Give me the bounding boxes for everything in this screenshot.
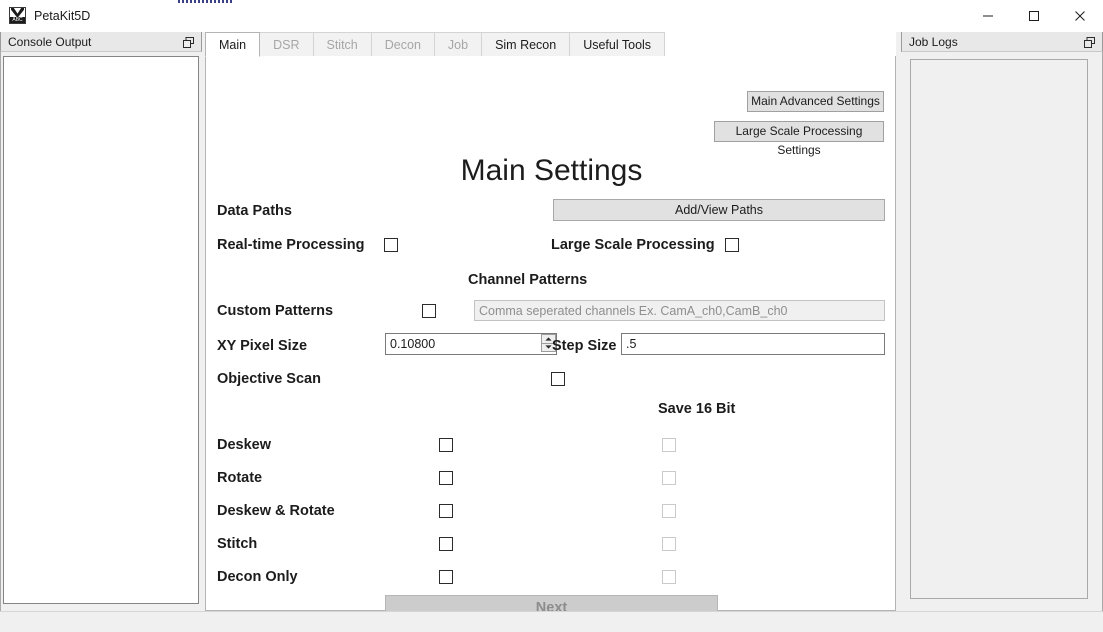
- undock-icon: [1084, 37, 1095, 48]
- custom-patterns-checkbox[interactable]: [422, 304, 436, 318]
- channel-patterns-header: Channel Patterns: [468, 272, 588, 288]
- large-scale-processing-label: Large Scale Processing: [551, 237, 715, 253]
- xy-pixel-size-input[interactable]: [385, 333, 557, 355]
- xy-pixel-size-label: XY Pixel Size: [217, 338, 308, 354]
- tab-main[interactable]: Main: [205, 32, 261, 57]
- minimize-icon: [983, 15, 993, 16]
- tab-stitch[interactable]: Stitch: [313, 32, 372, 56]
- job-logs-header: Job Logs: [901, 31, 1103, 52]
- xy-pixel-size-stepper[interactable]: [385, 333, 557, 355]
- app-icon: ABC: [9, 7, 26, 24]
- tab-dsr[interactable]: DSR: [260, 32, 314, 56]
- step-size-label: Step Size: [552, 338, 617, 354]
- decon-only-checkbox[interactable]: [439, 570, 453, 584]
- status-bar: [0, 611, 1103, 632]
- job-logs-title: Job Logs: [909, 34, 958, 49]
- data-paths-label: Data Paths: [217, 203, 292, 219]
- job-logs-list[interactable]: [910, 59, 1088, 599]
- deskew-and-rotate-label: Deskew & Rotate: [217, 503, 335, 519]
- decon-only-save-16-bit-checkbox[interactable]: [662, 570, 676, 584]
- add-view-paths-button[interactable]: Add/View Paths: [553, 199, 885, 221]
- deskew-and-rotate-save-16-bit-checkbox[interactable]: [662, 504, 676, 518]
- rotate-save-16-bit-checkbox[interactable]: [662, 471, 676, 485]
- deskew-save-16-bit-checkbox[interactable]: [662, 438, 676, 452]
- objective-scan-label: Objective Scan: [217, 371, 321, 387]
- window-controls: [965, 0, 1103, 31]
- channel-patterns-input[interactable]: [474, 300, 885, 321]
- close-button[interactable]: [1057, 0, 1103, 31]
- realtime-processing-label: Real-time Processing: [217, 237, 365, 253]
- deskew-checkbox[interactable]: [439, 438, 453, 452]
- console-undock-button[interactable]: [181, 35, 196, 50]
- tab-useful-tools[interactable]: Useful Tools: [570, 32, 666, 56]
- console-output-header: Console Output: [0, 31, 202, 52]
- maximize-button[interactable]: [1011, 0, 1057, 31]
- job-logs-undock-button[interactable]: [1082, 35, 1097, 50]
- job-logs-panel: Job Logs: [901, 31, 1103, 611]
- large-scale-processing-settings-button[interactable]: Large Scale Processing Settings: [714, 121, 884, 157]
- page-title: Main Settings: [460, 154, 643, 187]
- decon-only-label: Decon Only: [217, 569, 298, 585]
- realtime-processing-checkbox[interactable]: [384, 238, 398, 252]
- console-output-title: Console Output: [8, 34, 92, 49]
- close-icon: [1075, 10, 1085, 21]
- save-16-bit-header: Save 16 Bit: [658, 401, 736, 417]
- tab-decon[interactable]: Decon: [371, 32, 435, 56]
- console-output-panel: Console Output: [0, 31, 202, 611]
- deskew-and-rotate-checkbox[interactable]: [439, 504, 453, 518]
- window-title: PetaKit5D: [34, 8, 91, 23]
- main-content-area: Main DSR Stitch Decon Job Sim Recon Usef…: [205, 31, 896, 621]
- minimize-button[interactable]: [965, 0, 1011, 31]
- large-scale-processing-checkbox[interactable]: [725, 238, 739, 252]
- caret-down-icon: [545, 345, 552, 349]
- deskew-label: Deskew: [217, 437, 272, 453]
- top-accent-strip: [178, 0, 234, 3]
- step-size-input[interactable]: [621, 333, 885, 355]
- tab-strip: Main DSR Stitch Decon Job Sim Recon Usef…: [205, 31, 896, 57]
- maximize-icon: [1029, 10, 1039, 21]
- stitch-label: Stitch: [217, 536, 258, 552]
- rotate-checkbox[interactable]: [439, 471, 453, 485]
- main-advanced-settings-button[interactable]: Main Advanced Settings: [747, 91, 884, 112]
- main-tab-page: Main Advanced Settings Large Scale Proce…: [205, 56, 896, 621]
- tab-job[interactable]: Job: [434, 32, 483, 56]
- caret-up-icon: [545, 337, 552, 341]
- stitch-checkbox[interactable]: [439, 537, 453, 551]
- stitch-save-16-bit-checkbox[interactable]: [662, 537, 676, 551]
- rotate-label: Rotate: [217, 470, 263, 486]
- console-output-text-area[interactable]: [3, 56, 199, 604]
- custom-patterns-label: Custom Patterns: [217, 303, 334, 319]
- application-window: ABC PetaKit5D Console Output Main DSR St…: [0, 0, 1103, 632]
- tab-sim-recon[interactable]: Sim Recon: [482, 32, 571, 56]
- undock-icon: [183, 37, 194, 48]
- objective-scan-checkbox[interactable]: [551, 372, 565, 386]
- title-bar: ABC PetaKit5D: [0, 0, 1103, 32]
